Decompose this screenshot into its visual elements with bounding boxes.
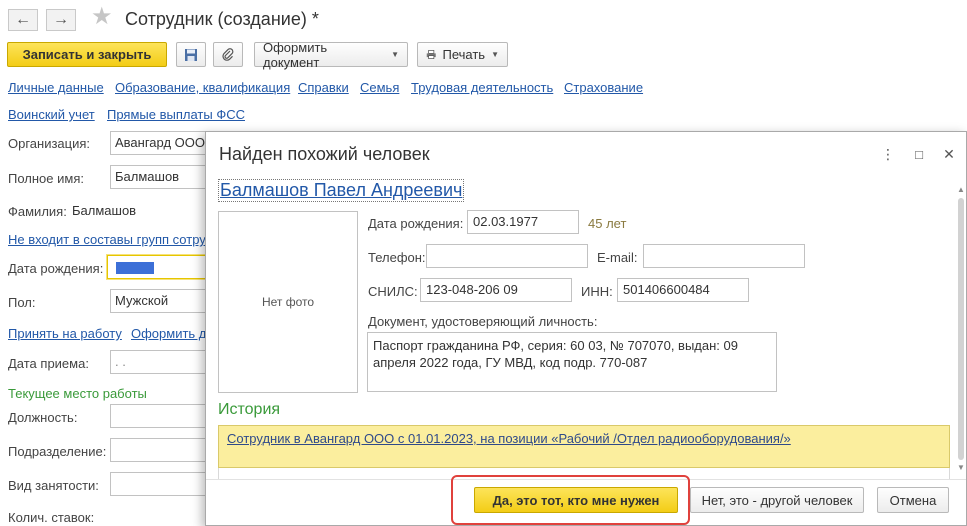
link-family[interactable]: Семья xyxy=(360,80,399,95)
surname-label: Фамилия: xyxy=(8,204,67,219)
attach-button[interactable] xyxy=(213,42,243,67)
cancel-button[interactable]: Отмена xyxy=(877,487,949,513)
no-photo-text: Нет фото xyxy=(261,295,315,309)
phone-field[interactable] xyxy=(426,244,588,268)
gender-field[interactable]: Мужской xyxy=(110,289,210,313)
phone-label: Телефон: xyxy=(368,250,426,265)
surname-value: Балмашов xyxy=(72,203,137,218)
organization-label: Организация: xyxy=(8,136,91,151)
chevron-down-icon: ▼ xyxy=(391,50,399,59)
document-field[interactable]: Паспорт гражданина РФ, серия: 60 03, № 7… xyxy=(367,332,777,392)
email-label: E-mail: xyxy=(597,250,638,265)
paperclip-icon xyxy=(222,47,234,61)
department-label: Подразделение: xyxy=(8,444,107,459)
arrow-right-icon: → xyxy=(53,11,69,28)
gender-label: Пол: xyxy=(8,295,36,310)
birth-date-label: Дата рождения: xyxy=(8,261,104,276)
current-job-label: Текущее место работы xyxy=(8,386,147,401)
position-field[interactable] xyxy=(110,404,210,428)
snils-field[interactable]: 123-048-206 09 xyxy=(420,278,572,302)
groups-link[interactable]: Не входит в составы групп сотру xyxy=(8,232,206,247)
page-title: Сотрудник (создание) * xyxy=(125,9,319,29)
save-close-button[interactable]: Записать и закрыть xyxy=(7,42,167,67)
document-label: Документ, удостоверяющий личность: xyxy=(368,314,598,329)
save-button[interactable] xyxy=(176,42,206,67)
back-button[interactable]: ← xyxy=(8,9,38,31)
history-item-link[interactable]: Сотрудник в Авангард ООО с 01.01.2023, н… xyxy=(227,431,791,446)
email-field[interactable] xyxy=(643,244,805,268)
floppy-icon xyxy=(185,48,197,61)
history-title: История xyxy=(218,401,281,418)
scroll-up-icon[interactable]: ▲ xyxy=(956,184,966,194)
dialog-title: Найден похожий человек xyxy=(219,144,430,164)
birth-date-field[interactable] xyxy=(107,255,210,279)
history-list: Сотрудник в Авангард ООО с 01.01.2023, н… xyxy=(218,425,950,468)
link-work-history[interactable]: Трудовая деятельность xyxy=(411,80,553,95)
inn-label: ИНН: xyxy=(581,284,613,299)
link-certificates[interactable]: Справки xyxy=(298,80,349,95)
full-name-field[interactable]: Балмашов xyxy=(110,165,210,189)
link-military[interactable]: Воинский учет xyxy=(8,107,95,122)
text-selection xyxy=(116,261,154,274)
dialog-scrollbar[interactable]: ▲ ▼ xyxy=(956,184,966,472)
photo-placeholder: Нет фото xyxy=(218,211,358,393)
position-label: Должность: xyxy=(8,410,78,425)
link-education[interactable]: Образование, квалификация xyxy=(115,80,290,95)
organization-field[interactable]: Авангард ООО xyxy=(110,131,210,155)
department-field[interactable] xyxy=(110,438,210,462)
maximize-icon[interactable]: □ xyxy=(910,145,928,163)
person-name-link[interactable]: Балмашов Павел Андреевич xyxy=(218,179,465,202)
link-personal-data[interactable]: Личные данные xyxy=(8,80,104,95)
employment-type-field[interactable] xyxy=(110,472,210,496)
confirm-same-person-button[interactable]: Да, это тот, кто мне нужен xyxy=(474,487,678,513)
age-text: 45 лет xyxy=(588,216,627,231)
forward-button[interactable]: → xyxy=(46,9,76,31)
arrow-left-icon: ← xyxy=(15,11,31,28)
printer-icon xyxy=(426,50,436,59)
close-icon[interactable]: ✕ xyxy=(940,145,958,163)
rates-label: Колич. ставок: xyxy=(8,510,95,525)
different-person-button[interactable]: Нет, это - другой человек xyxy=(690,487,864,513)
birth-date-label: Дата рождения: xyxy=(368,216,464,231)
scroll-down-icon[interactable]: ▼ xyxy=(956,462,966,472)
similar-person-dialog: Найден похожий человек ⋮ □ ✕ Балмашов Па… xyxy=(205,131,967,526)
link-fss-payments[interactable]: Прямые выплаты ФСС xyxy=(107,107,245,122)
full-name-label: Полное имя: xyxy=(8,171,84,186)
inn-field[interactable]: 501406600484 xyxy=(617,278,749,302)
link-insurance[interactable]: Страхование xyxy=(564,80,643,95)
chevron-down-icon: ▼ xyxy=(491,50,499,59)
favorite-star-icon[interactable]: ★ xyxy=(91,5,113,29)
print-button[interactable]: Печать ▼ xyxy=(417,42,508,67)
snils-label: СНИЛС: xyxy=(368,284,418,299)
issue-document-link[interactable]: Оформить д xyxy=(131,326,206,341)
employment-type-label: Вид занятости: xyxy=(8,478,99,493)
hire-date-label: Дата приема: xyxy=(8,356,89,371)
birth-date-field[interactable]: 02.03.1977 xyxy=(467,210,579,234)
create-document-button[interactable]: Оформить документ ▼ xyxy=(254,40,408,70)
hire-link[interactable]: Принять на работу xyxy=(8,326,122,341)
hire-date-field[interactable]: . . xyxy=(110,350,210,374)
more-icon[interactable]: ⋮ xyxy=(879,145,897,163)
scroll-thumb[interactable] xyxy=(958,198,964,460)
